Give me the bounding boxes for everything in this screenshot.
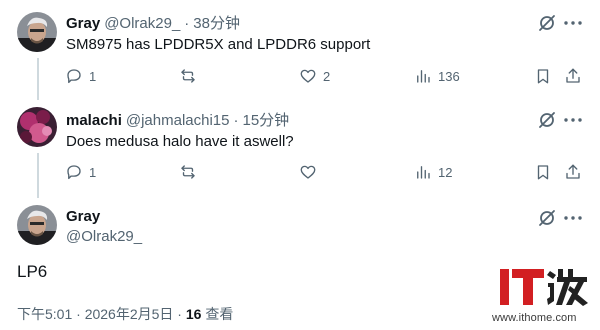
like-button[interactable]	[299, 163, 317, 181]
like-count: 2	[323, 68, 331, 84]
views-label: 查看	[201, 306, 234, 322]
reply-count: 1	[89, 68, 97, 84]
views-count: 136	[438, 68, 460, 84]
views-icon	[417, 70, 430, 83]
share-button[interactable]	[564, 163, 582, 181]
tweet-text: Does medusa halo have it aswell?	[66, 133, 294, 150]
avatar[interactable]	[17, 205, 57, 245]
tweet-header: Gray	[66, 208, 100, 225]
tweet-timestamp[interactable]: 下午5:01 · 2026年2月5日 ·	[17, 306, 186, 322]
grok-icon[interactable]	[537, 110, 557, 130]
retweet-icon	[181, 165, 195, 179]
tweet-2[interactable]: malachi @jahmalachi15 · 15分钟 Does medusa…	[0, 100, 600, 200]
tweet-time[interactable]: 38分钟	[193, 12, 240, 33]
reply-icon	[67, 165, 81, 180]
bookmark-button[interactable]	[534, 163, 552, 181]
more-icon[interactable]	[563, 208, 583, 228]
views-button[interactable]: 12	[414, 163, 452, 181]
tweet-header: Gray @Olrak29_ · 38分钟	[66, 12, 240, 33]
more-icon[interactable]	[563, 110, 583, 130]
author-handle[interactable]: @Olrak29_	[104, 15, 180, 32]
share-icon	[566, 164, 580, 179]
reply-icon	[67, 69, 81, 84]
action-bar: 1 2 136	[62, 67, 587, 87]
bookmark-icon	[537, 69, 549, 84]
author-name[interactable]: malachi	[66, 112, 122, 129]
avatar[interactable]	[17, 12, 57, 52]
watermark-url: www.ithome.com	[492, 312, 577, 324]
grok-icon[interactable]	[537, 208, 557, 228]
reply-count: 1	[89, 164, 97, 180]
retweet-button[interactable]	[179, 67, 197, 85]
like-icon	[300, 69, 316, 83]
share-icon	[566, 68, 580, 83]
separator-dot: ·	[184, 15, 190, 32]
author-name[interactable]: Gray	[66, 208, 100, 225]
reply-button[interactable]: 1	[65, 163, 96, 181]
more-icon[interactable]	[563, 13, 583, 33]
separator-dot: ·	[233, 112, 239, 129]
author-name[interactable]: Gray	[66, 15, 100, 32]
avatar[interactable]	[17, 107, 57, 147]
grok-icon[interactable]	[537, 13, 557, 33]
share-button[interactable]	[564, 67, 582, 85]
tweet-meta: 下午5:01 · 2026年2月5日 · 16 查看	[17, 304, 233, 324]
views-button[interactable]: 136	[414, 67, 460, 85]
retweet-button[interactable]	[179, 163, 197, 181]
bookmark-icon	[537, 165, 549, 180]
views-count: 12	[438, 164, 453, 180]
like-icon	[300, 165, 316, 179]
author-handle[interactable]: @jahmalachi15	[126, 112, 230, 129]
ithome-logo	[498, 265, 590, 309]
tweet-handle-row: @Olrak29_	[66, 228, 142, 245]
author-handle[interactable]: @Olrak29_	[66, 228, 142, 245]
like-button[interactable]: 2	[299, 67, 330, 85]
tweet-header: malachi @jahmalachi15 · 15分钟	[66, 109, 289, 130]
action-bar: 1 12	[62, 163, 587, 183]
retweet-icon	[181, 69, 195, 83]
tweet-time[interactable]: 15分钟	[243, 109, 290, 130]
tweet-text: SM8975 has LPDDR5X and LPDDR6 support	[66, 36, 371, 53]
views-count: 16	[185, 306, 202, 322]
tweet-1[interactable]: Gray @Olrak29_ · 38分钟 SM8975 has LPDDR5X…	[0, 0, 600, 100]
views-icon	[417, 166, 430, 179]
bookmark-button[interactable]	[534, 67, 552, 85]
reply-button[interactable]: 1	[65, 67, 96, 85]
main-tweet-text: LP6	[17, 262, 48, 281]
